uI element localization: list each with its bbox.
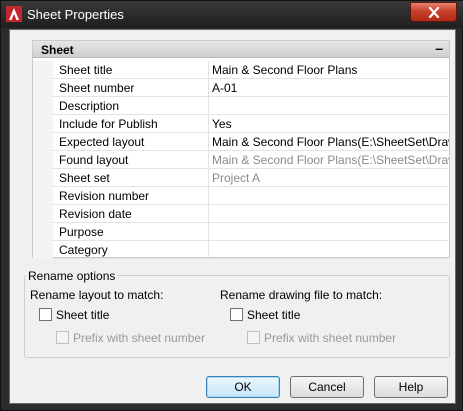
property-row[interactable]: Revision number [33, 187, 449, 205]
cancel-button[interactable]: Cancel [290, 376, 364, 398]
property-row[interactable]: Category [33, 241, 449, 259]
autocad-app-icon [6, 6, 22, 22]
drawing-sheet-title-label: Sheet title [247, 308, 301, 322]
row-gutter [33, 205, 53, 223]
property-name: Found layout [53, 151, 209, 169]
property-value[interactable] [209, 97, 449, 115]
property-row[interactable]: Description [33, 97, 449, 115]
row-gutter [33, 115, 53, 133]
property-row[interactable]: Sheet set Project A [33, 169, 449, 187]
layout-sheet-title-label: Sheet title [56, 308, 110, 322]
ok-button[interactable]: OK [206, 376, 280, 398]
row-gutter [33, 187, 53, 205]
property-name: Sheet set [53, 169, 209, 187]
help-button[interactable]: Help [374, 376, 448, 398]
layout-prefix-label: Prefix with sheet number [73, 331, 206, 345]
drawing-prefix-checkbox[interactable] [247, 331, 260, 344]
row-gutter [33, 169, 53, 187]
row-gutter [33, 151, 53, 169]
property-value[interactable]: Main & Second Floor Plans(E:\SheetSet\Dr… [209, 133, 449, 151]
section-title: Sheet [41, 43, 74, 57]
property-row[interactable]: Expected layout Main & Second Floor Plans… [33, 133, 449, 151]
window-title: Sheet Properties [27, 7, 124, 22]
property-row[interactable]: Sheet number A-01 [33, 79, 449, 97]
property-name: Description [53, 97, 209, 115]
property-name: Sheet number [53, 79, 209, 97]
title-bar[interactable]: Sheet Properties [1, 1, 463, 28]
property-name: Purpose [53, 223, 209, 241]
property-value[interactable] [209, 223, 449, 241]
property-name: Expected layout [53, 133, 209, 151]
property-value[interactable]: Yes [209, 115, 449, 133]
row-gutter [33, 61, 53, 79]
property-value[interactable] [209, 241, 449, 259]
property-row[interactable]: Sheet title Main & Second Floor Plans [33, 61, 449, 79]
property-value[interactable]: Main & Second Floor Plans [209, 61, 449, 79]
properties-grid: Sheet – Sheet title Main & Second Floor P… [32, 40, 450, 259]
property-name: Sheet title [53, 61, 209, 79]
property-value[interactable]: A-01 [209, 79, 449, 97]
property-value[interactable] [209, 187, 449, 205]
layout-sheet-title-checkbox[interactable] [39, 308, 52, 321]
property-value: Main & Second Floor Plans(E:\SheetSet\Dr… [209, 151, 449, 169]
property-name: Revision number [53, 187, 209, 205]
row-gutter [33, 97, 53, 115]
drawing-sheet-title-checkbox[interactable] [230, 308, 243, 321]
property-name: Revision date [53, 205, 209, 223]
property-row[interactable]: Found layout Main & Second Floor Plans(E:… [33, 151, 449, 169]
close-button[interactable] [410, 2, 457, 22]
property-row[interactable]: Include for Publish Yes [33, 115, 449, 133]
drawing-prefix-label: Prefix with sheet number [264, 331, 397, 345]
property-name: Category [53, 241, 209, 259]
rename-layout-label: Rename layout to match: [30, 288, 164, 302]
rename-drawing-label: Rename drawing file to match: [220, 288, 383, 302]
sheet-properties-dialog: Sheet Properties Sheet – Sheet title Main… [0, 0, 463, 411]
row-gutter [33, 133, 53, 151]
help-button-label: Help [398, 380, 424, 394]
property-name: Include for Publish [53, 115, 209, 133]
row-gutter [33, 79, 53, 97]
row-gutter [33, 223, 53, 241]
cancel-button-label: Cancel [308, 380, 346, 394]
property-value[interactable] [209, 205, 449, 223]
property-rows: Sheet title Main & Second Floor Plans She… [33, 61, 449, 259]
row-gutter [33, 241, 53, 259]
collapse-icon[interactable]: – [435, 40, 443, 56]
layout-prefix-checkbox[interactable] [56, 331, 69, 344]
ok-button-label: OK [234, 380, 252, 394]
rename-options-legend: Rename options [26, 269, 118, 283]
close-icon [428, 6, 439, 18]
section-header-sheet[interactable]: Sheet – [33, 40, 449, 58]
dialog-body: Sheet – Sheet title Main & Second Floor P… [9, 29, 456, 404]
property-row[interactable]: Purpose [33, 223, 449, 241]
property-value: Project A [209, 169, 449, 187]
property-row[interactable]: Revision date [33, 205, 449, 223]
